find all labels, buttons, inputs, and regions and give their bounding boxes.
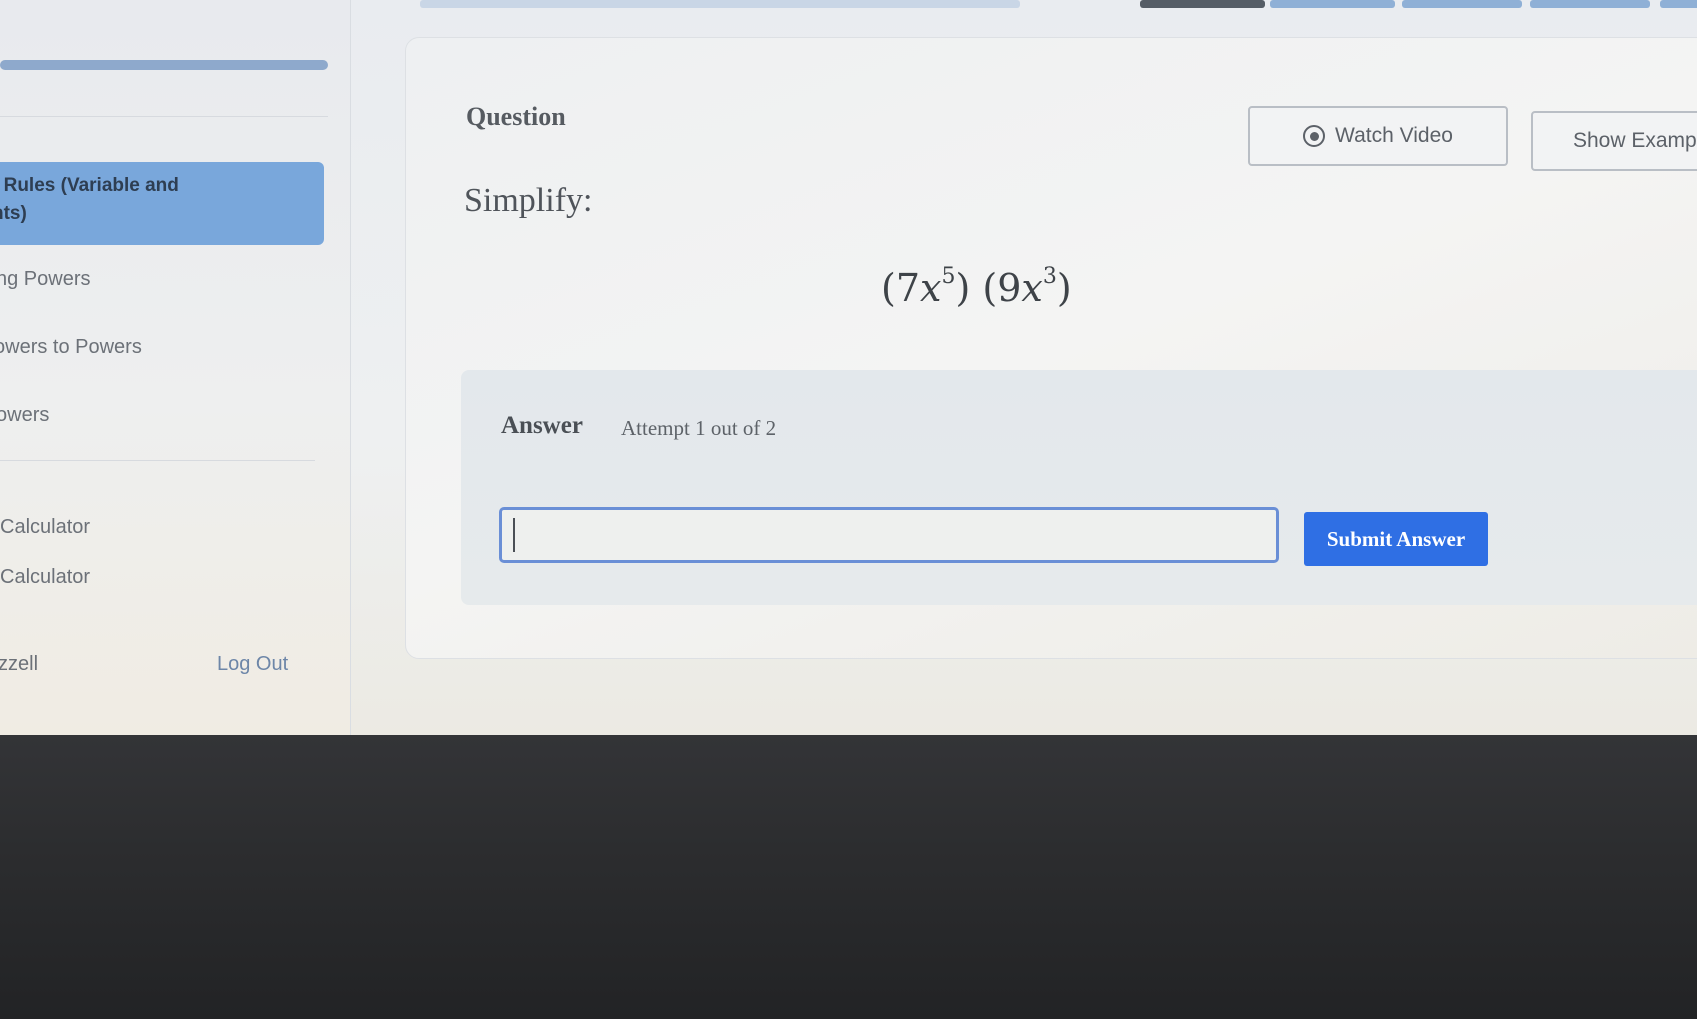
divider <box>0 460 315 461</box>
watch-video-label: Watch Video <box>1335 124 1453 147</box>
sidebar-item-active[interactable]: t Rules (Variable and nts) <box>0 162 324 245</box>
submit-answer-button[interactable]: Submit Answer <box>1304 512 1488 566</box>
progress-segment <box>1530 0 1650 8</box>
play-circle-icon <box>1303 125 1326 147</box>
sidebar-item-label-line1: t Rules (Variable and <box>0 175 179 196</box>
sidebar-progress-bar <box>0 60 328 70</box>
sidebar-item[interactable]: owers to Powers <box>0 336 142 359</box>
coefficient: 7 <box>895 266 921 310</box>
show-example-button[interactable]: Show Examp <box>1531 111 1697 171</box>
coefficient: 9 <box>997 266 1022 310</box>
progress-segment <box>1270 0 1395 8</box>
variable: x <box>920 266 942 310</box>
screen: t Rules (Variable and nts) ng Powers owe… <box>0 0 1697 735</box>
divider <box>0 116 328 117</box>
logout-link[interactable]: Log Out <box>217 653 288 676</box>
question-heading: Question <box>466 102 566 131</box>
answer-heading: Answer <box>501 412 583 439</box>
answer-input[interactable] <box>499 507 1279 563</box>
progress-segment <box>420 0 1020 8</box>
top-progress-strip <box>420 0 1697 16</box>
user-name: zzell <box>0 653 39 675</box>
sidebar-item[interactable]: owers <box>0 404 49 427</box>
sidebar-tool-item[interactable]: Calculator <box>0 566 90 589</box>
attempt-counter: Attempt 1 out of 2 <box>621 416 777 440</box>
progress-segment-current <box>1140 0 1265 8</box>
show-example-label: Show Examp <box>1573 129 1697 152</box>
sidebar-item-label-line2: nts) <box>0 203 27 224</box>
exponent: 5 <box>941 264 956 290</box>
text-cursor <box>513 518 515 552</box>
sidebar-item[interactable]: ng Powers <box>0 268 91 291</box>
progress-segment <box>1660 0 1697 8</box>
math-expression: (7x5) (9x3) <box>881 264 1072 310</box>
sidebar: t Rules (Variable and nts) ng Powers owe… <box>0 0 351 735</box>
progress-segment <box>1402 0 1522 8</box>
variable: x <box>1021 266 1043 310</box>
answer-panel: Answer Attempt 1 out of 2 Submit Answer <box>461 370 1697 605</box>
question-prompt: Simplify: <box>464 182 593 219</box>
question-card: Question Watch Video Show Examp Simplify… <box>405 37 1697 659</box>
watch-video-button[interactable]: Watch Video <box>1248 106 1508 166</box>
monitor-bezel <box>0 735 1697 1019</box>
sidebar-tool-item[interactable]: Calculator <box>0 516 90 539</box>
exponent: 3 <box>1042 264 1057 290</box>
